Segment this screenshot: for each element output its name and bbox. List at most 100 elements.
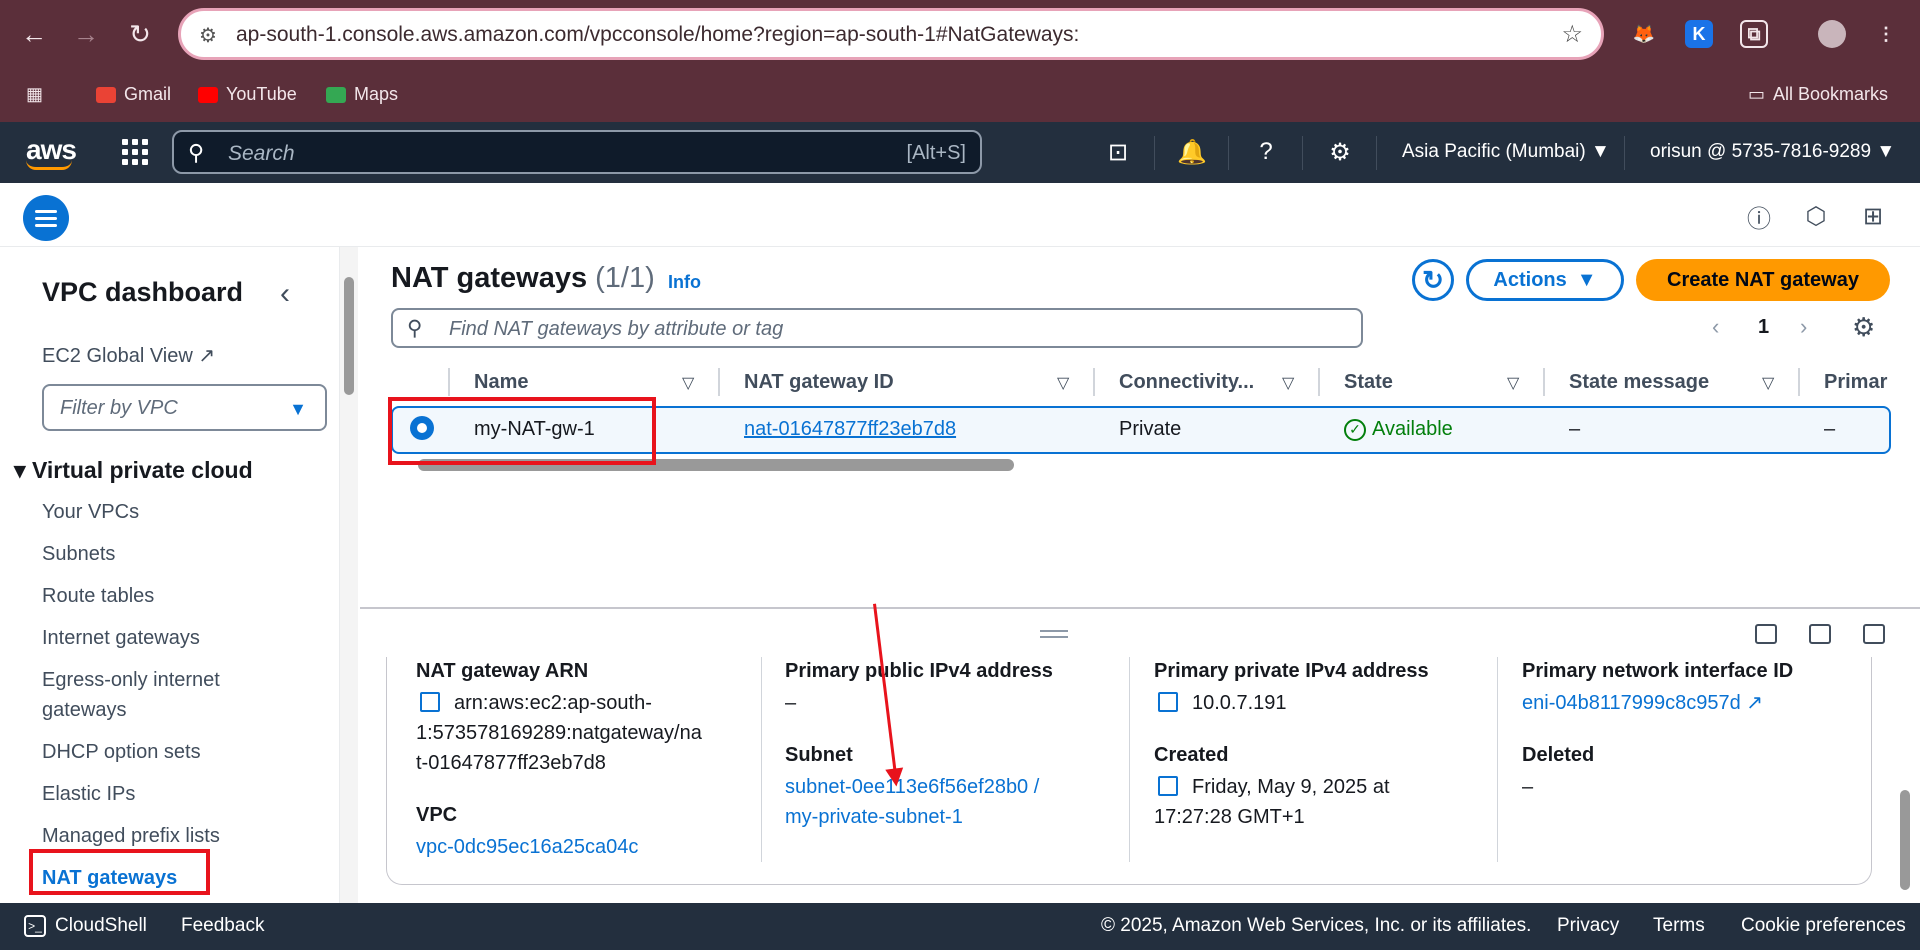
sidebar-scrollbar[interactable] xyxy=(340,247,358,903)
column-name[interactable]: Name xyxy=(474,371,528,394)
sidebar-item-route-tables[interactable]: Route tables xyxy=(42,581,154,611)
aws-search-input[interactable]: ⚲ Search [Alt+S] xyxy=(172,130,982,174)
profile-avatar[interactable] xyxy=(1818,20,1846,48)
column-state[interactable]: State xyxy=(1344,371,1393,394)
copy-icon[interactable] xyxy=(420,692,440,712)
sidebar-item-dhcp-option-sets[interactable]: DHCP option sets xyxy=(42,737,201,767)
services-grid-icon[interactable] xyxy=(122,139,148,165)
section-virtual-private-cloud[interactable]: ▾ Virtual private cloud xyxy=(14,457,253,484)
actions-button[interactable]: Actions ▼ xyxy=(1466,259,1624,301)
bookmark-label: Maps xyxy=(354,84,399,104)
settings-icon[interactable]: ⚙ xyxy=(1324,136,1356,168)
apps-grid-icon[interactable]: ▦ xyxy=(26,84,43,105)
sidebar-item-egress-only-gateways[interactable]: Egress-only internet gateways xyxy=(42,665,272,725)
address-bar[interactable]: ⚙ ap-south-1.console.aws.amazon.com/vpcc… xyxy=(178,8,1604,60)
info-link[interactable]: Info xyxy=(668,272,701,293)
page-title: NAT gateways (1/1) xyxy=(391,262,655,295)
prev-page-icon[interactable]: ‹ xyxy=(1712,314,1719,340)
private-ip-text: 10.0.7.191 xyxy=(1192,692,1287,714)
column-primary[interactable]: Primar xyxy=(1824,371,1887,394)
privacy-link[interactable]: Privacy xyxy=(1557,915,1619,937)
reload-icon[interactable]: ↻ xyxy=(124,18,156,50)
created-value-line-1: Friday, May 9, 2025 at xyxy=(1158,772,1390,802)
sidebar-item-elastic-ips[interactable]: Elastic IPs xyxy=(42,779,135,809)
vpc-link[interactable]: vpc-0dc95ec16a25ca04c xyxy=(416,832,638,862)
vpc-label: VPC xyxy=(416,804,458,826)
sidebar-item-internet-gateways[interactable]: Internet gateways xyxy=(42,623,200,653)
column-nat-gateway-id[interactable]: NAT gateway ID xyxy=(744,371,894,394)
panel-side-icon[interactable] xyxy=(1809,624,1831,644)
table-settings-icon[interactable]: ⚙ xyxy=(1852,312,1875,343)
sort-icon[interactable]: ▽ xyxy=(1282,373,1294,393)
feedback-link[interactable]: Feedback xyxy=(181,915,264,937)
find-nat-gateways-input[interactable]: ⚲ Find NAT gateways by attribute or tag xyxy=(391,308,1363,348)
menu-toggle-icon[interactable] xyxy=(23,195,69,241)
ec2-global-view-link[interactable]: EC2 Global View ↗ xyxy=(42,343,215,368)
arn-value-line-1: arn:aws:ec2:ap-south- xyxy=(420,688,652,718)
section-label: Virtual private cloud xyxy=(31,457,253,483)
sidebar-item-your-vpcs[interactable]: Your VPCs xyxy=(42,497,139,527)
back-icon[interactable]: ← xyxy=(18,18,50,50)
forward-icon[interactable]: → xyxy=(70,18,102,50)
feedback-panel-icon[interactable]: ⊞ xyxy=(1858,201,1888,231)
page-number[interactable]: 1 xyxy=(1758,316,1769,339)
tutorial-icon[interactable]: ⬡ xyxy=(1801,201,1831,231)
arn-value-line-3: t-01647877ff23eb7d8 xyxy=(416,752,606,774)
filter-by-vpc-select[interactable]: Filter by VPC ▼ xyxy=(42,384,327,431)
sort-icon[interactable]: ▽ xyxy=(1762,373,1774,393)
account-menu[interactable]: orisun @ 5735-7816-9289 ▼ xyxy=(1650,141,1895,163)
help-icon[interactable]: ? xyxy=(1250,136,1282,168)
eni-link[interactable]: eni-04b8117999c8c957d ↗ xyxy=(1522,688,1763,718)
cell-nat-gateway-id-link[interactable]: nat-01647877ff23eb7d8 xyxy=(744,418,956,441)
footer: >_ CloudShell Feedback © 2025, Amazon We… xyxy=(0,903,1920,950)
site-info-icon[interactable]: ⚙ xyxy=(199,23,217,48)
subnet-link[interactable]: subnet-0ee113e6f56ef28b0 / xyxy=(785,772,1039,802)
cloudshell-link[interactable]: CloudShell xyxy=(55,915,147,937)
browser-toolbar: ← → ↻ ⚙ ap-south-1.console.aws.amazon.co… xyxy=(0,0,1920,70)
resize-handle[interactable] xyxy=(1040,630,1068,638)
next-page-icon[interactable]: › xyxy=(1800,314,1807,340)
search-placeholder: Search xyxy=(228,142,295,165)
all-bookmarks[interactable]: ▭ All Bookmarks xyxy=(1748,84,1888,105)
cookie-preferences-link[interactable]: Cookie preferences xyxy=(1741,915,1906,937)
sidebar-item-subnets[interactable]: Subnets xyxy=(42,539,115,569)
column-state-message[interactable]: State message xyxy=(1569,371,1709,394)
cell-state: ✓ Available xyxy=(1344,418,1453,441)
maps-icon xyxy=(326,86,346,103)
menu-kebab-icon[interactable]: ⋮ xyxy=(1872,20,1900,48)
gmail-icon xyxy=(96,86,116,103)
collapse-sidebar-icon[interactable]: ‹ xyxy=(280,277,290,311)
cloudshell-footer-icon[interactable]: >_ xyxy=(24,915,46,937)
subnet-name-link[interactable]: my-private-subnet-1 xyxy=(785,802,963,832)
metamask-icon[interactable]: 🦊 xyxy=(1630,20,1658,48)
folder-icon: ▭ xyxy=(1748,84,1766,104)
sidebar-title[interactable]: VPC dashboard xyxy=(42,277,243,308)
bookmark-star-icon[interactable]: ☆ xyxy=(1561,20,1583,49)
bookmark-maps[interactable]: Maps xyxy=(326,84,398,105)
create-nat-gateway-button[interactable]: Create NAT gateway xyxy=(1636,259,1890,301)
arn-label: NAT gateway ARN xyxy=(416,660,589,682)
cloudshell-icon[interactable]: ⊡ xyxy=(1102,136,1134,168)
details-scrollbar[interactable] xyxy=(1898,660,1912,900)
sort-icon[interactable]: ▽ xyxy=(1507,373,1519,393)
sidebar-item-managed-prefix-lists[interactable]: Managed prefix lists xyxy=(42,821,220,851)
bookmark-label: YouTube xyxy=(226,84,297,104)
column-connectivity[interactable]: Connectivity... xyxy=(1119,371,1254,394)
panel-full-icon[interactable] xyxy=(1863,624,1885,644)
terms-link[interactable]: Terms xyxy=(1653,915,1705,937)
k-extension-icon[interactable]: K xyxy=(1685,20,1713,48)
copy-icon[interactable] xyxy=(1158,692,1178,712)
bell-icon[interactable]: 🔔 xyxy=(1176,136,1208,168)
sort-icon[interactable]: ▽ xyxy=(682,373,694,393)
extensions-icon[interactable]: ⧉ xyxy=(1740,20,1768,48)
copy-icon[interactable] xyxy=(1158,776,1178,796)
panel-bottom-icon[interactable] xyxy=(1755,624,1777,644)
public-ip-label: Primary public IPv4 address xyxy=(785,660,1053,682)
aws-logo[interactable]: aws xyxy=(26,134,77,170)
bookmark-youtube[interactable]: YouTube xyxy=(198,84,297,105)
sort-icon[interactable]: ▽ xyxy=(1057,373,1069,393)
bookmark-gmail[interactable]: Gmail xyxy=(96,84,171,105)
refresh-button[interactable]: ↻ xyxy=(1412,259,1454,301)
region-selector[interactable]: Asia Pacific (Mumbai) ▼ xyxy=(1402,141,1610,163)
info-panel-icon[interactable]: ⓘ xyxy=(1744,201,1774,233)
